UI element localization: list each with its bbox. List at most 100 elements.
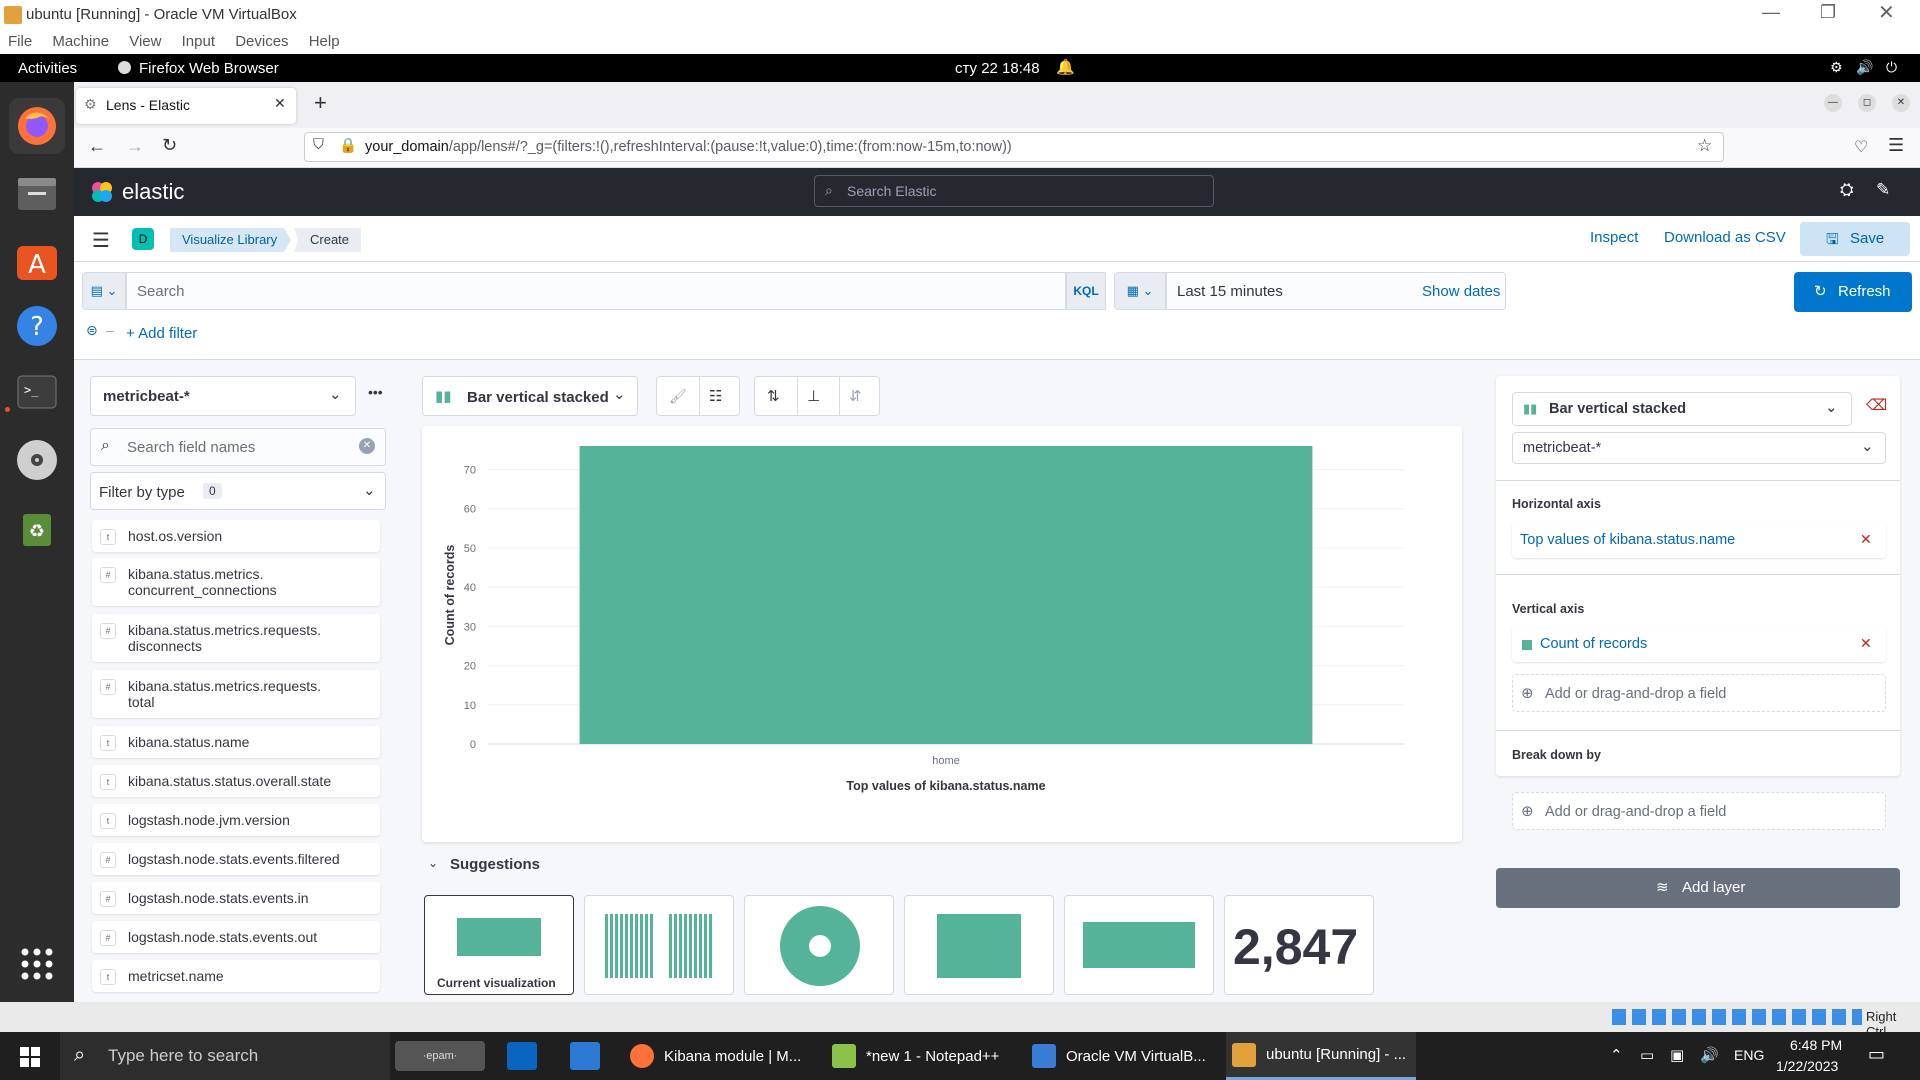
- field-item[interactable]: t logstash.node.jvm.version: [92, 804, 380, 836]
- battery-icon[interactable]: ▭: [1640, 1046, 1654, 1064]
- left-axis-icon[interactable]: ⇅: [767, 387, 780, 405]
- task-notepad[interactable]: *new 1 - Notepad++: [826, 1032, 1016, 1080]
- menu-hamburger-icon[interactable]: ☰: [1888, 135, 1904, 156]
- elastic-logo-icon[interactable]: [90, 180, 114, 204]
- vertical-axis-value[interactable]: Count of records: [1540, 636, 1647, 652]
- disc-dock-icon[interactable]: [9, 432, 65, 488]
- task-virtualbox[interactable]: Oracle VM VirtualB...: [1026, 1032, 1216, 1080]
- lock-icon[interactable]: 🔒: [339, 137, 357, 154]
- help-icon[interactable]: ⛭: [1840, 180, 1854, 200]
- inspect-link[interactable]: Inspect: [1590, 229, 1638, 246]
- task-kibana[interactable]: Kibana module | M...: [624, 1032, 814, 1080]
- menu-help[interactable]: Help: [309, 33, 340, 50]
- add-filter-link[interactable]: + Add filter: [126, 325, 197, 342]
- suggestion-donut[interactable]: [744, 895, 894, 995]
- saved-query-icon[interactable]: ▤ ⌄: [82, 272, 126, 310]
- back-icon[interactable]: ←: [88, 136, 106, 157]
- show-dates-link[interactable]: Show dates: [1422, 283, 1500, 300]
- more-options-icon[interactable]: •••: [368, 384, 383, 400]
- software-dock-icon[interactable]: A: [9, 232, 65, 288]
- vbox-status-icons[interactable]: [1612, 1009, 1862, 1025]
- field-item[interactable]: t kibana.status.status.overall.state: [92, 765, 380, 797]
- layer-chart-type-select[interactable]: ▮▮ Bar vertical stacked ⌄: [1512, 392, 1852, 426]
- trash-dock-icon[interactable]: ♻: [9, 500, 65, 556]
- field-item[interactable]: # logstash.node.stats.events.out: [92, 921, 380, 953]
- delete-layer-icon[interactable]: ⌫: [1866, 396, 1887, 414]
- help-dock-icon[interactable]: ?: [9, 298, 65, 354]
- remove-dimension-icon[interactable]: ✕: [1860, 531, 1872, 548]
- menu-view[interactable]: View: [129, 33, 161, 50]
- teams-icon[interactable]: [570, 1042, 600, 1070]
- new-tab-icon[interactable]: +: [314, 90, 327, 116]
- notifications-icon[interactable]: ▭: [1868, 1044, 1885, 1065]
- space-badge[interactable]: D: [132, 228, 154, 250]
- bookmark-star-icon[interactable]: ☆: [1697, 136, 1712, 156]
- app-menu[interactable]: Firefox Web Browser: [139, 60, 279, 77]
- save-button[interactable]: 🖫 Save: [1800, 222, 1910, 256]
- forward-icon[interactable]: →: [126, 136, 144, 157]
- suggestion-current[interactable]: Current visualization: [424, 895, 574, 995]
- minimize-icon[interactable]: —: [1762, 2, 1780, 23]
- firefox-dock-icon[interactable]: [9, 98, 65, 154]
- url-bar[interactable]: ⛉ 🔒 your_domain/app/lens#/?_g=(filters:!…: [304, 132, 1724, 162]
- layer-index-pattern-select[interactable]: metricbeat-* ⌄: [1512, 432, 1886, 464]
- clock[interactable]: сту 22 18:48: [955, 60, 1040, 77]
- taskbar-date[interactable]: 1/22/2023: [1776, 1058, 1838, 1074]
- chart-type-switcher[interactable]: ▮▮ Bar vertical stacked ⌄: [422, 376, 638, 416]
- menu-machine[interactable]: Machine: [52, 33, 109, 50]
- suggestion-metric[interactable]: 2,847: [1224, 895, 1374, 995]
- kql-toggle[interactable]: KQL: [1066, 272, 1106, 310]
- legend-icon[interactable]: ☷: [709, 387, 722, 405]
- field-item[interactable]: t host.os.version: [92, 520, 380, 552]
- language-indicator[interactable]: ENG: [1734, 1047, 1764, 1063]
- close-icon[interactable]: ✕: [1878, 0, 1895, 25]
- epam-widget-icon[interactable]: ·epam·: [395, 1041, 485, 1071]
- network-icon[interactable]: ⚙: [1830, 59, 1843, 76]
- task-ubuntu[interactable]: ubuntu [Running] - ...: [1226, 1032, 1416, 1080]
- index-pattern-picker[interactable]: metricbeat-* ⌄: [90, 376, 356, 416]
- break-down-add-field[interactable]: ⊕ Add or drag-and-drop a field: [1512, 792, 1886, 830]
- filter-by-type[interactable]: Filter by type 0 ⌄: [90, 472, 386, 510]
- tab-lens[interactable]: ⚙ Lens - Elastic ✕: [76, 88, 296, 124]
- vertical-axis-add-field[interactable]: ⊕ Add or drag-and-drop a field: [1512, 674, 1886, 712]
- field-item[interactable]: # logstash.node.stats.events.in: [92, 882, 380, 914]
- pocket-icon[interactable]: ♡: [1854, 137, 1868, 157]
- refresh-button[interactable]: ↻ Refresh: [1794, 272, 1912, 312]
- nav-menu-icon[interactable]: ☰: [92, 228, 110, 253]
- breadcrumb-visualize-library[interactable]: Visualize Library: [170, 228, 292, 252]
- newsfeed-icon[interactable]: ✎: [1876, 180, 1890, 200]
- activities-button[interactable]: Activities: [18, 60, 77, 77]
- suggestion-bar-single[interactable]: [904, 895, 1054, 995]
- tab-close-icon[interactable]: ✕: [274, 95, 286, 112]
- restore-icon[interactable]: ❐: [1820, 2, 1836, 23]
- calendar-icon[interactable]: ▦ ⌄: [1114, 272, 1166, 310]
- taskbar-search[interactable]: ⌕ Type here to search: [60, 1032, 390, 1080]
- global-search[interactable]: ⌕ Search Elastic: [814, 175, 1214, 207]
- field-item[interactable]: # logstash.node.stats.events.filtered: [92, 843, 380, 875]
- vertical-axis-dimension[interactable]: Count of records ✕: [1512, 626, 1886, 662]
- reload-icon[interactable]: ↻: [162, 135, 177, 156]
- menu-devices[interactable]: Devices: [235, 33, 288, 50]
- field-item[interactable]: # kibana.status.metrics.requests. disconn…: [92, 614, 380, 662]
- window-maximize-icon[interactable]: ◻: [1858, 94, 1876, 112]
- suggestion-bar-horizontal[interactable]: [1064, 895, 1214, 995]
- chevron-up-icon[interactable]: ⌃: [1610, 1046, 1623, 1064]
- clear-icon[interactable]: ✕: [359, 438, 375, 454]
- right-axis-icon[interactable]: ⇵: [849, 387, 862, 405]
- taskbar-time[interactable]: 6:48 PM: [1790, 1037, 1842, 1053]
- files-dock-icon[interactable]: [9, 166, 65, 222]
- window-minimize-icon[interactable]: —: [1824, 94, 1842, 112]
- field-search-input[interactable]: ⌕ Search field names ✕: [90, 428, 386, 466]
- time-picker[interactable]: Last 15 minutes Show dates: [1166, 272, 1506, 310]
- add-layer-button[interactable]: ≋ Add layer: [1496, 868, 1900, 908]
- volume-icon[interactable]: 🔊: [1856, 59, 1873, 76]
- window-close-icon[interactable]: ✕: [1892, 94, 1910, 112]
- chevron-down-icon[interactable]: ⌄: [428, 856, 438, 870]
- volume-icon[interactable]: 🔊: [1700, 1046, 1719, 1064]
- bottom-axis-icon[interactable]: ⊥: [807, 387, 820, 405]
- field-item[interactable]: t metricset.name: [92, 960, 380, 992]
- menu-file[interactable]: File: [8, 33, 32, 50]
- remove-dimension-icon[interactable]: ✕: [1860, 635, 1872, 652]
- suggestion-bar-multi[interactable]: [584, 895, 734, 995]
- suggestions-title[interactable]: Suggestions: [450, 856, 540, 873]
